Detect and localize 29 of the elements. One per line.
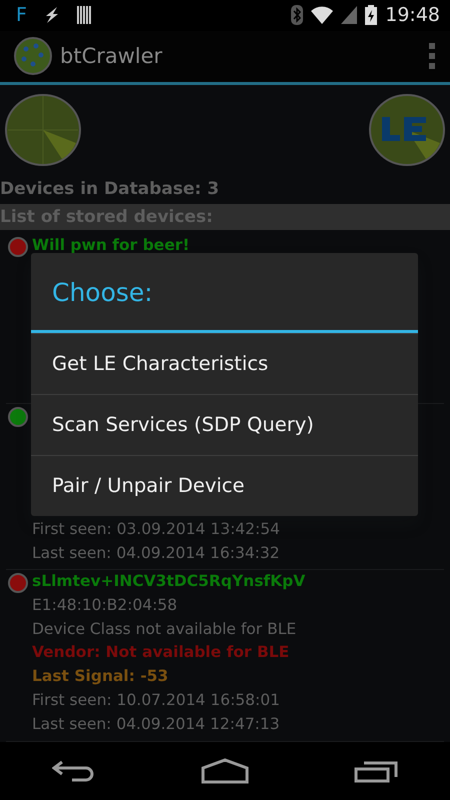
dialog-title: Choose:	[31, 253, 418, 333]
menu-item[interactable]: Get LE Characteristics	[31, 333, 418, 394]
barcode-icon	[76, 6, 91, 24]
overflow-menu-icon[interactable]	[428, 43, 436, 70]
le-scan-button[interactable]	[368, 92, 446, 167]
back-icon[interactable]	[52, 759, 96, 784]
device-name: sLlmtev+INCV3tDC5RqYnsfKpV	[32, 571, 306, 592]
device-detail: Last seen: 04.09.2014 12:47:13	[32, 714, 281, 735]
menu-item[interactable]: Scan Services (SDP Query)	[31, 394, 418, 455]
signal-icon	[341, 6, 358, 24]
device-detail: First seen: 10.07.2014 16:58:01	[32, 690, 281, 711]
signal-label: Last Signal: -53	[32, 666, 170, 688]
device-detail: Device Class not available for BLE	[32, 618, 298, 640]
battery-charging-icon	[365, 5, 378, 26]
device-detail: First seen: 03.09.2014 13:42:54	[32, 518, 280, 540]
bluetooth-icon	[291, 5, 304, 26]
recent-apps-icon[interactable]	[354, 759, 398, 784]
app-logo-icon	[14, 37, 52, 76]
notification-letter: F	[16, 3, 27, 28]
radar-scan-button[interactable]	[4, 92, 82, 167]
device-detail: Last seen: 04.09.2014 16:34:32	[32, 542, 280, 564]
home-icon[interactable]	[200, 758, 249, 784]
device-count-label: Devices in Database: 3	[0, 178, 220, 200]
vendor-label: Vendor: Not available for BLE	[32, 642, 290, 664]
app-title: btCrawler	[60, 42, 162, 70]
device-detail: E1:48:10:B2:04:58	[32, 595, 178, 616]
menu-item[interactable]: Pair / Unpair Device	[31, 455, 418, 516]
clock-time: 19:48	[385, 3, 440, 28]
wifi-icon	[311, 6, 334, 24]
